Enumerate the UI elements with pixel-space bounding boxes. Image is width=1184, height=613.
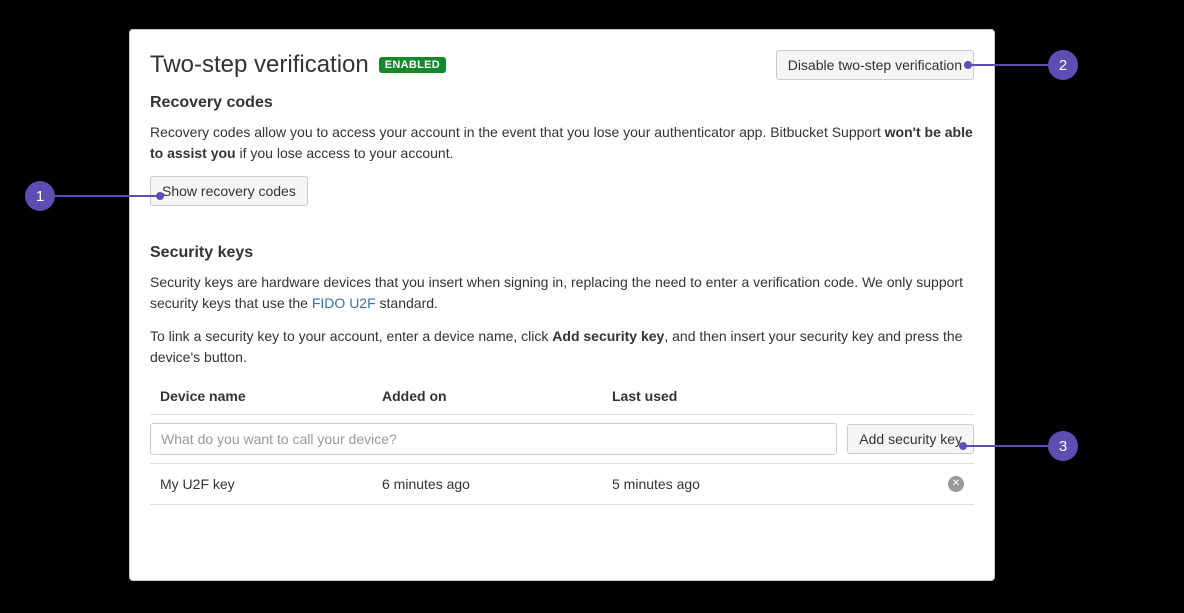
callout-1: 1: [25, 181, 164, 211]
security-keys-table-header: Device name Added on Last used: [150, 380, 974, 415]
device-name-input[interactable]: [150, 423, 837, 455]
cell-device-name: My U2F key: [160, 476, 382, 492]
fido-u2f-link[interactable]: FIDO U2F: [312, 295, 376, 311]
status-badge: ENABLED: [379, 57, 446, 73]
security-keys-desc-1: Security keys are hardware devices that …: [150, 272, 974, 314]
security-keys-desc-2: To link a security key to your account, …: [150, 326, 974, 368]
callout-3: 3: [959, 431, 1078, 461]
callout-2: 2: [964, 50, 1078, 80]
col-added-on: Added on: [382, 388, 612, 404]
security-keys-section: Security keys Security keys are hardware…: [150, 244, 974, 505]
show-recovery-codes-button[interactable]: Show recovery codes: [150, 176, 308, 206]
recovery-codes-section: Recovery codes Recovery codes allow you …: [150, 94, 974, 206]
page-title: Two-step verification: [150, 51, 369, 79]
cell-added-on: 6 minutes ago: [382, 476, 612, 492]
panel-header: Two-step verification ENABLED Disable tw…: [150, 50, 974, 80]
cell-last-used: 5 minutes ago: [612, 476, 700, 492]
callout-bubble: 3: [1048, 431, 1078, 461]
disable-two-step-button[interactable]: Disable two-step verification: [776, 50, 974, 80]
recovery-codes-description: Recovery codes allow you to access your …: [150, 122, 974, 164]
col-device-name: Device name: [160, 388, 382, 404]
recovery-codes-heading: Recovery codes: [150, 94, 974, 112]
two-step-verification-panel: Two-step verification ENABLED Disable tw…: [129, 29, 995, 581]
delete-key-icon[interactable]: [948, 476, 964, 492]
col-last-used: Last used: [612, 388, 974, 404]
callout-bubble: 2: [1048, 50, 1078, 80]
table-row: My U2F key 6 minutes ago 5 minutes ago: [150, 464, 974, 505]
callout-bubble: 1: [25, 181, 55, 211]
add-security-key-button[interactable]: Add security key: [847, 424, 974, 454]
add-security-key-row: Add security key: [150, 415, 974, 464]
security-keys-heading: Security keys: [150, 244, 974, 262]
